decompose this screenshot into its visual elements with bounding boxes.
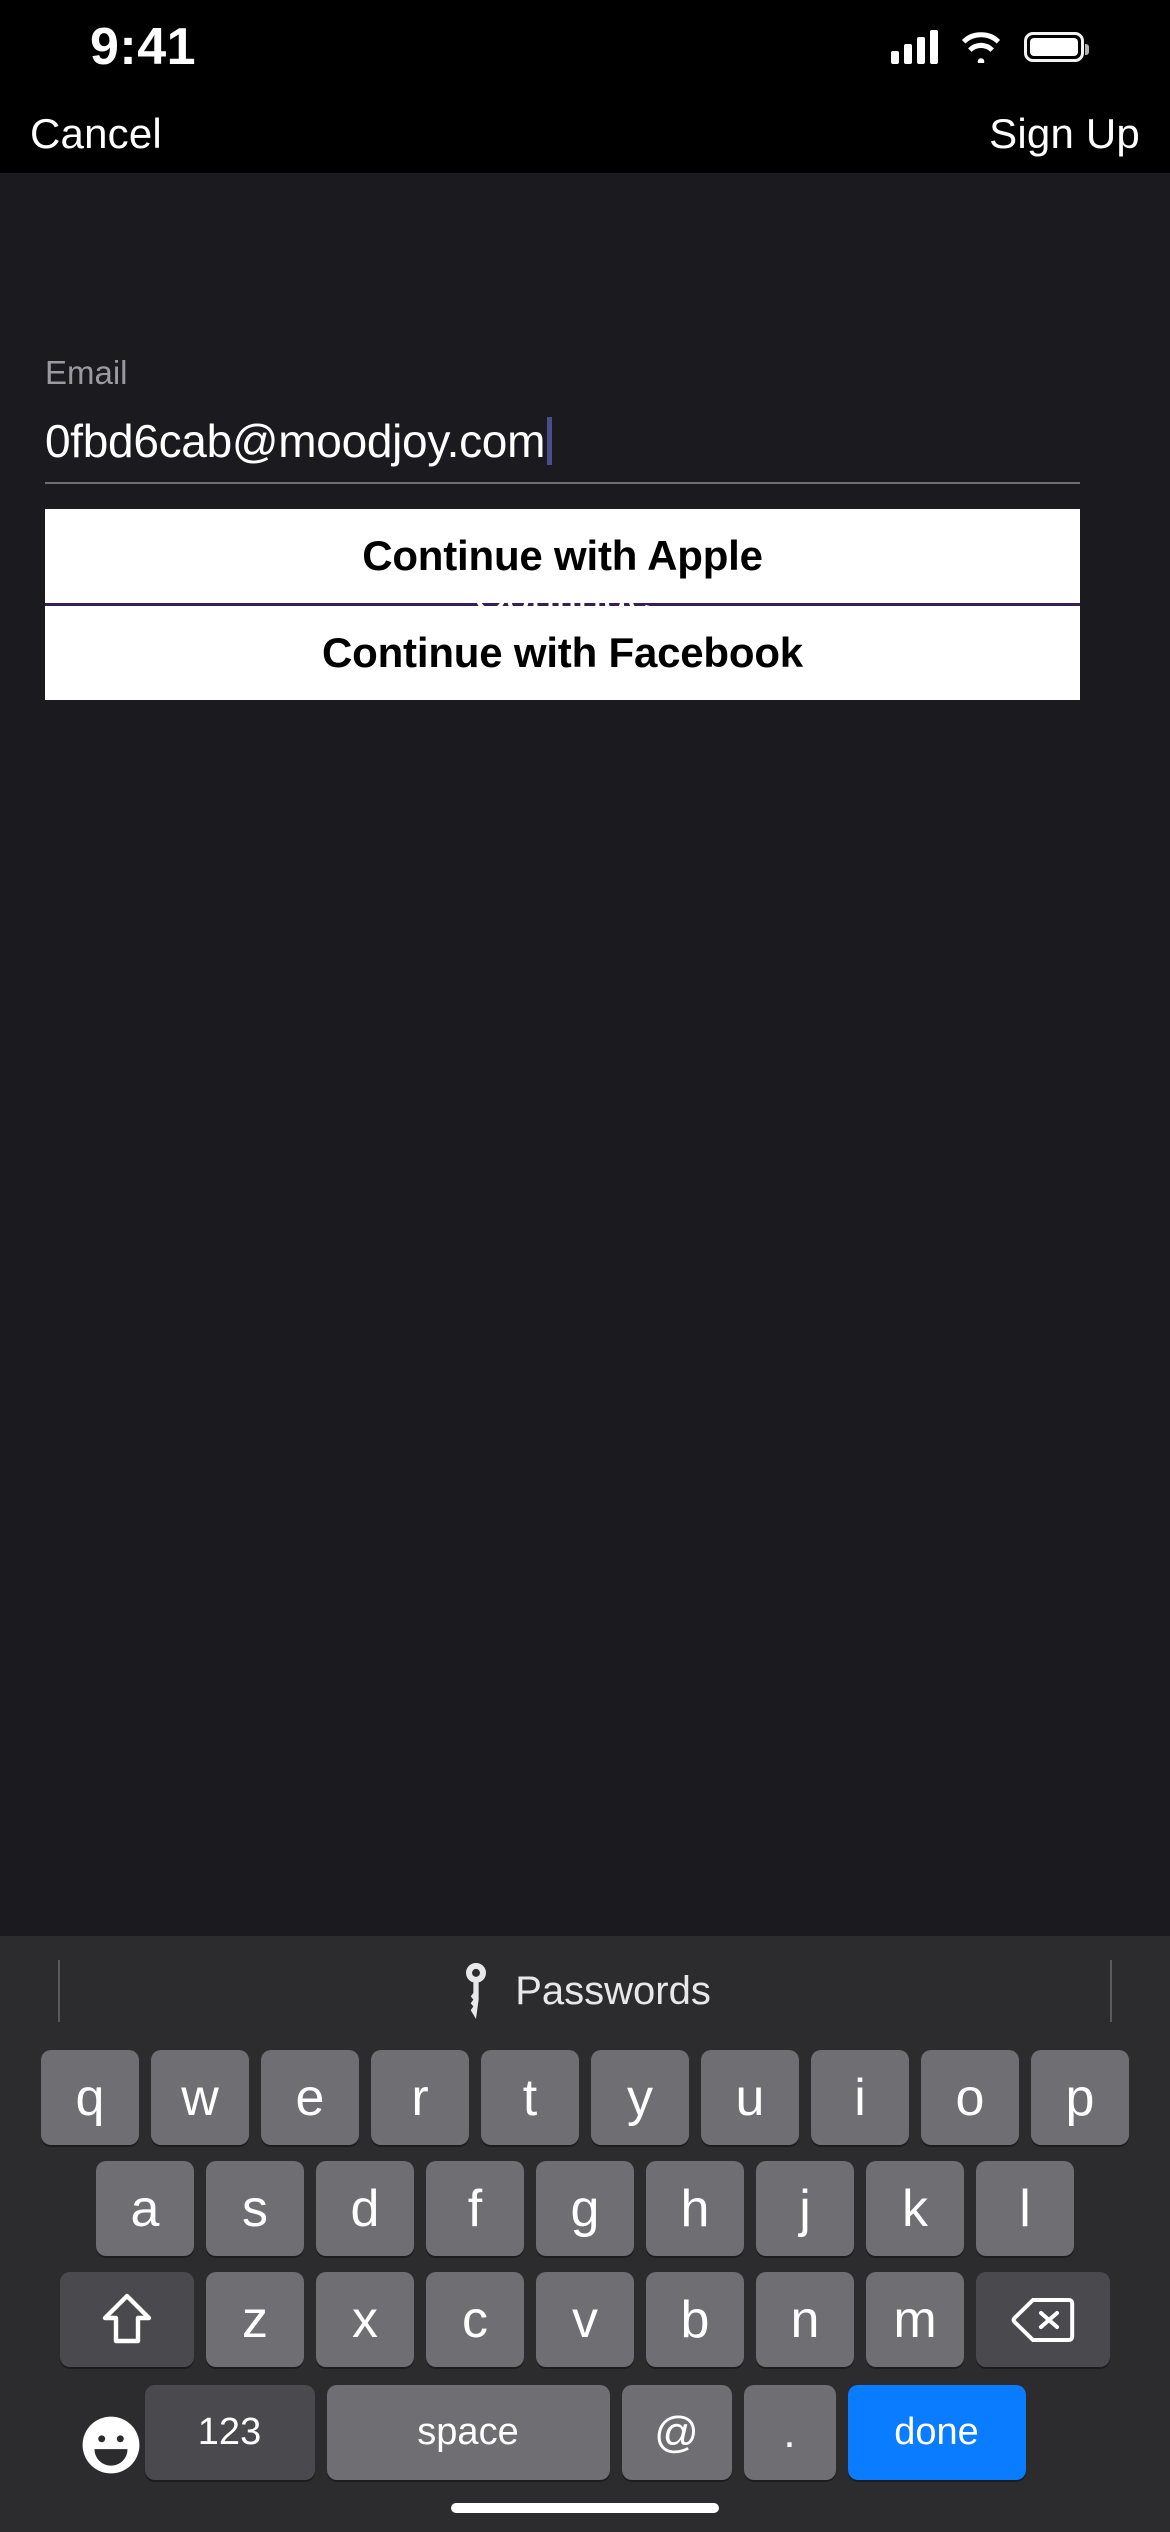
- key-r[interactable]: r: [371, 2050, 469, 2145]
- key-j[interactable]: j: [756, 2161, 854, 2256]
- key-e[interactable]: e: [261, 2050, 359, 2145]
- keyboard-row-3: z x c v b n m: [0, 2272, 1170, 2367]
- backspace-icon: [1011, 2297, 1075, 2342]
- key-w[interactable]: w: [151, 2050, 249, 2145]
- passwords-label: Passwords: [515, 1968, 711, 2013]
- key-y[interactable]: y: [591, 2050, 689, 2145]
- toolbar-divider-right: [1110, 1960, 1112, 2022]
- key-i[interactable]: i: [811, 2050, 909, 2145]
- phone-screen: 9:41 Cancel Sign Up Email 0fbd6cab@moodj…: [0, 0, 1170, 2532]
- status-icons: [891, 30, 1089, 64]
- email-input-value: 0fbd6cab@moodjoy.com: [45, 415, 546, 467]
- autofill-toolbar: Passwords: [0, 1936, 1170, 2046]
- key-icon: [466, 1963, 487, 2019]
- key-h[interactable]: h: [646, 2161, 744, 2256]
- emoji-smiley-icon: [82, 2416, 140, 2474]
- shift-icon: [102, 2293, 152, 2343]
- signup-content: Email 0fbd6cab@moodjoy.com Continue or C…: [0, 173, 1170, 1936]
- key-k[interactable]: k: [866, 2161, 964, 2256]
- email-input[interactable]: 0fbd6cab@moodjoy.com: [45, 414, 1080, 484]
- text-cursor: [547, 417, 553, 465]
- home-indicator[interactable]: [451, 2503, 719, 2513]
- key-o[interactable]: o: [921, 2050, 1019, 2145]
- backspace-key[interactable]: [976, 2272, 1110, 2367]
- toolbar-divider-left: [58, 1960, 60, 2022]
- on-screen-keyboard: Passwords q w e r t y u i o p a s d f g …: [0, 1936, 1170, 2532]
- keyboard-row-1: q w e r t y u i o p: [0, 2050, 1170, 2145]
- emoji-key[interactable]: [80, 2414, 142, 2476]
- email-field-group: Email 0fbd6cab@moodjoy.com: [45, 354, 1125, 484]
- key-a[interactable]: a: [96, 2161, 194, 2256]
- battery-icon: [1024, 32, 1089, 62]
- sign-up-button[interactable]: Sign Up: [989, 110, 1140, 158]
- key-g[interactable]: g: [536, 2161, 634, 2256]
- key-s[interactable]: s: [206, 2161, 304, 2256]
- passwords-autofill-button[interactable]: Passwords: [459, 1963, 711, 2019]
- key-q[interactable]: q: [41, 2050, 139, 2145]
- navigation-bar: Cancel Sign Up: [0, 94, 1170, 173]
- email-label: Email: [45, 354, 128, 391]
- key-t[interactable]: t: [481, 2050, 579, 2145]
- key-d[interactable]: d: [316, 2161, 414, 2256]
- continue-with-apple-button[interactable]: Continue with Apple: [45, 509, 1080, 603]
- key-m[interactable]: m: [866, 2272, 964, 2367]
- keyboard-bottom-bar: [0, 2404, 1170, 2532]
- continue-with-facebook-button[interactable]: Continue with Facebook: [45, 606, 1080, 700]
- cellular-signal-icon: [891, 30, 938, 64]
- cancel-button[interactable]: Cancel: [30, 110, 162, 158]
- key-b[interactable]: b: [646, 2272, 744, 2367]
- key-f[interactable]: f: [426, 2161, 524, 2256]
- keyboard-row-2: a s d f g h j k l: [0, 2161, 1170, 2256]
- key-c[interactable]: c: [426, 2272, 524, 2367]
- key-x[interactable]: x: [316, 2272, 414, 2367]
- status-bar: 9:41: [0, 0, 1170, 94]
- key-l[interactable]: l: [976, 2161, 1074, 2256]
- key-z[interactable]: z: [206, 2272, 304, 2367]
- key-v[interactable]: v: [536, 2272, 634, 2367]
- shift-key[interactable]: [60, 2272, 194, 2367]
- status-time: 9:41: [90, 18, 197, 76]
- wifi-icon: [961, 32, 1001, 63]
- key-n[interactable]: n: [756, 2272, 854, 2367]
- key-p[interactable]: p: [1031, 2050, 1129, 2145]
- key-u[interactable]: u: [701, 2050, 799, 2145]
